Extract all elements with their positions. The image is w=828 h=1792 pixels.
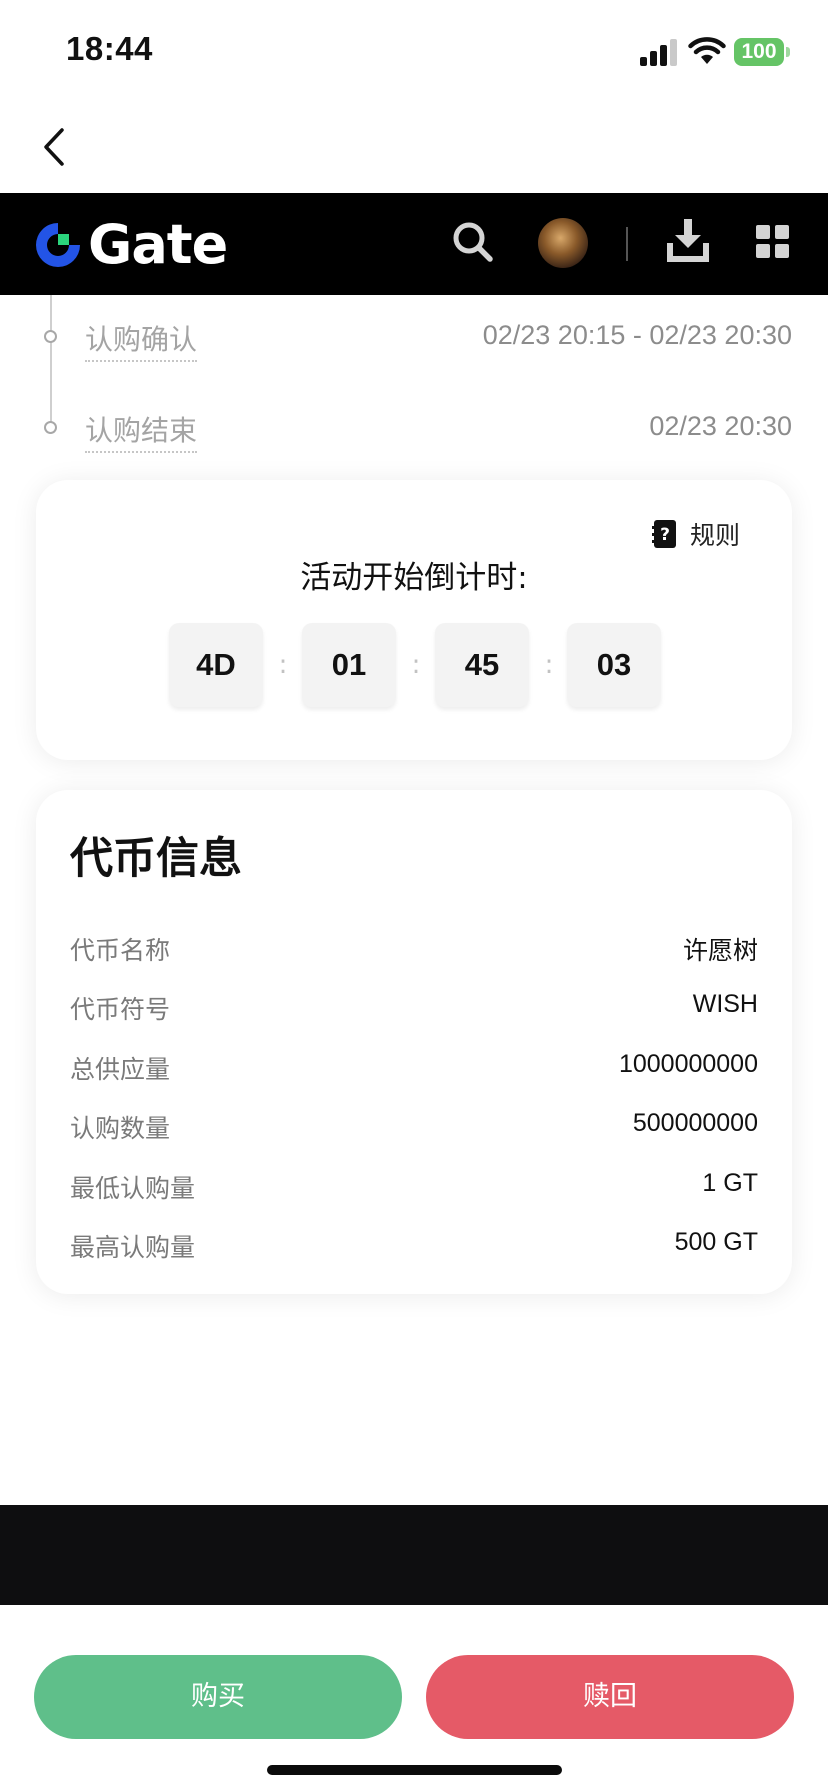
info-value: 1000000000 (618, 1050, 758, 1078)
info-value: 500 GT (674, 1228, 758, 1256)
countdown-minutes: 45 (435, 623, 529, 707)
site-header: Gate (0, 193, 828, 295)
info-row-token-name: 代币名称 许愿树 (70, 927, 758, 967)
dark-band (0, 1505, 828, 1605)
info-value: 许愿树 (682, 937, 758, 965)
rules-link[interactable]: ? 规则 (651, 516, 740, 552)
gate-logo[interactable]: Gate (32, 213, 228, 276)
rules-book-icon: ? (651, 520, 676, 548)
redeem-button[interactable]: 赎回 (426, 1655, 794, 1739)
logo-text: Gate (88, 213, 228, 276)
info-label: 最高认购量 (70, 1233, 196, 1262)
wifi-icon (688, 37, 726, 64)
token-info-title: 代币信息 (70, 834, 242, 884)
countdown-title: 活动开始倒计时: (300, 560, 528, 596)
gate-logo-icon (36, 223, 80, 267)
avatar[interactable] (538, 218, 588, 268)
info-row-max-subscription: 最高认购量 500 GT (70, 1224, 758, 1264)
svg-text:?: ? (660, 525, 670, 545)
info-label: 代币名称 (70, 936, 171, 965)
info-label: 最低认购量 (70, 1174, 196, 1203)
info-label: 代币符号 (70, 995, 171, 1024)
info-row-token-symbol: 代币符号 WISH (70, 986, 758, 1026)
download-icon[interactable] (666, 217, 710, 263)
countdown-days: 4D (169, 623, 263, 707)
timeline-time: 02/23 20:30 (649, 411, 792, 441)
info-label: 认购数量 (70, 1114, 171, 1143)
timeline-line (50, 295, 52, 425)
token-info-card: 代币信息 代币名称 许愿树 代币符号 WISH 总供应量 1000000000 … (36, 790, 792, 1294)
timeline-label[interactable]: 认购结束 (85, 409, 198, 453)
buy-button[interactable]: 购买 (34, 1655, 402, 1739)
timeline-label[interactable]: 认购确认 (85, 318, 198, 362)
timeline-dot (44, 421, 57, 434)
battery-tip (786, 47, 790, 57)
timeline-time: 02/23 20:15 - 02/23 20:30 (482, 320, 792, 350)
countdown-separator: : (411, 650, 421, 680)
chevron-left-icon[interactable] (36, 122, 76, 172)
info-value: 1 GT (702, 1169, 758, 1197)
bottom-action-bar: 购买 赎回 (0, 1605, 828, 1792)
countdown-seconds: 03 (567, 623, 661, 707)
countdown-hours: 01 (302, 623, 396, 707)
timeline-item: 认购确认 02/23 20:15 - 02/23 20:30 (0, 316, 828, 362)
info-value: 500000000 (632, 1109, 758, 1137)
grid-icon[interactable] (756, 225, 790, 259)
battery-level: 100 (734, 38, 784, 66)
search-icon[interactable] (450, 219, 496, 265)
info-value: WISH (692, 990, 758, 1018)
timeline-dot (44, 330, 57, 343)
header-divider (626, 227, 628, 261)
home-indicator[interactable] (267, 1765, 562, 1775)
countdown-separator: : (278, 650, 288, 680)
status-bar: 18:44 100 (0, 0, 828, 100)
countdown-card: ? 规则 活动开始倒计时: 4D : 01 : 45 : 03 (36, 480, 792, 760)
info-row-min-subscription: 最低认购量 1 GT (70, 1165, 758, 1205)
info-row-subscription-amount: 认购数量 500000000 (70, 1105, 758, 1145)
rules-label: 规则 (689, 521, 740, 550)
info-row-total-supply: 总供应量 1000000000 (70, 1046, 758, 1086)
status-time: 18:44 (66, 30, 153, 67)
timeline-item: 认购结束 02/23 20:30 (0, 407, 828, 453)
countdown-separator: : (544, 650, 554, 680)
signal-icon (640, 39, 677, 66)
info-label: 总供应量 (70, 1055, 171, 1084)
battery-icon: 100 (734, 38, 790, 66)
